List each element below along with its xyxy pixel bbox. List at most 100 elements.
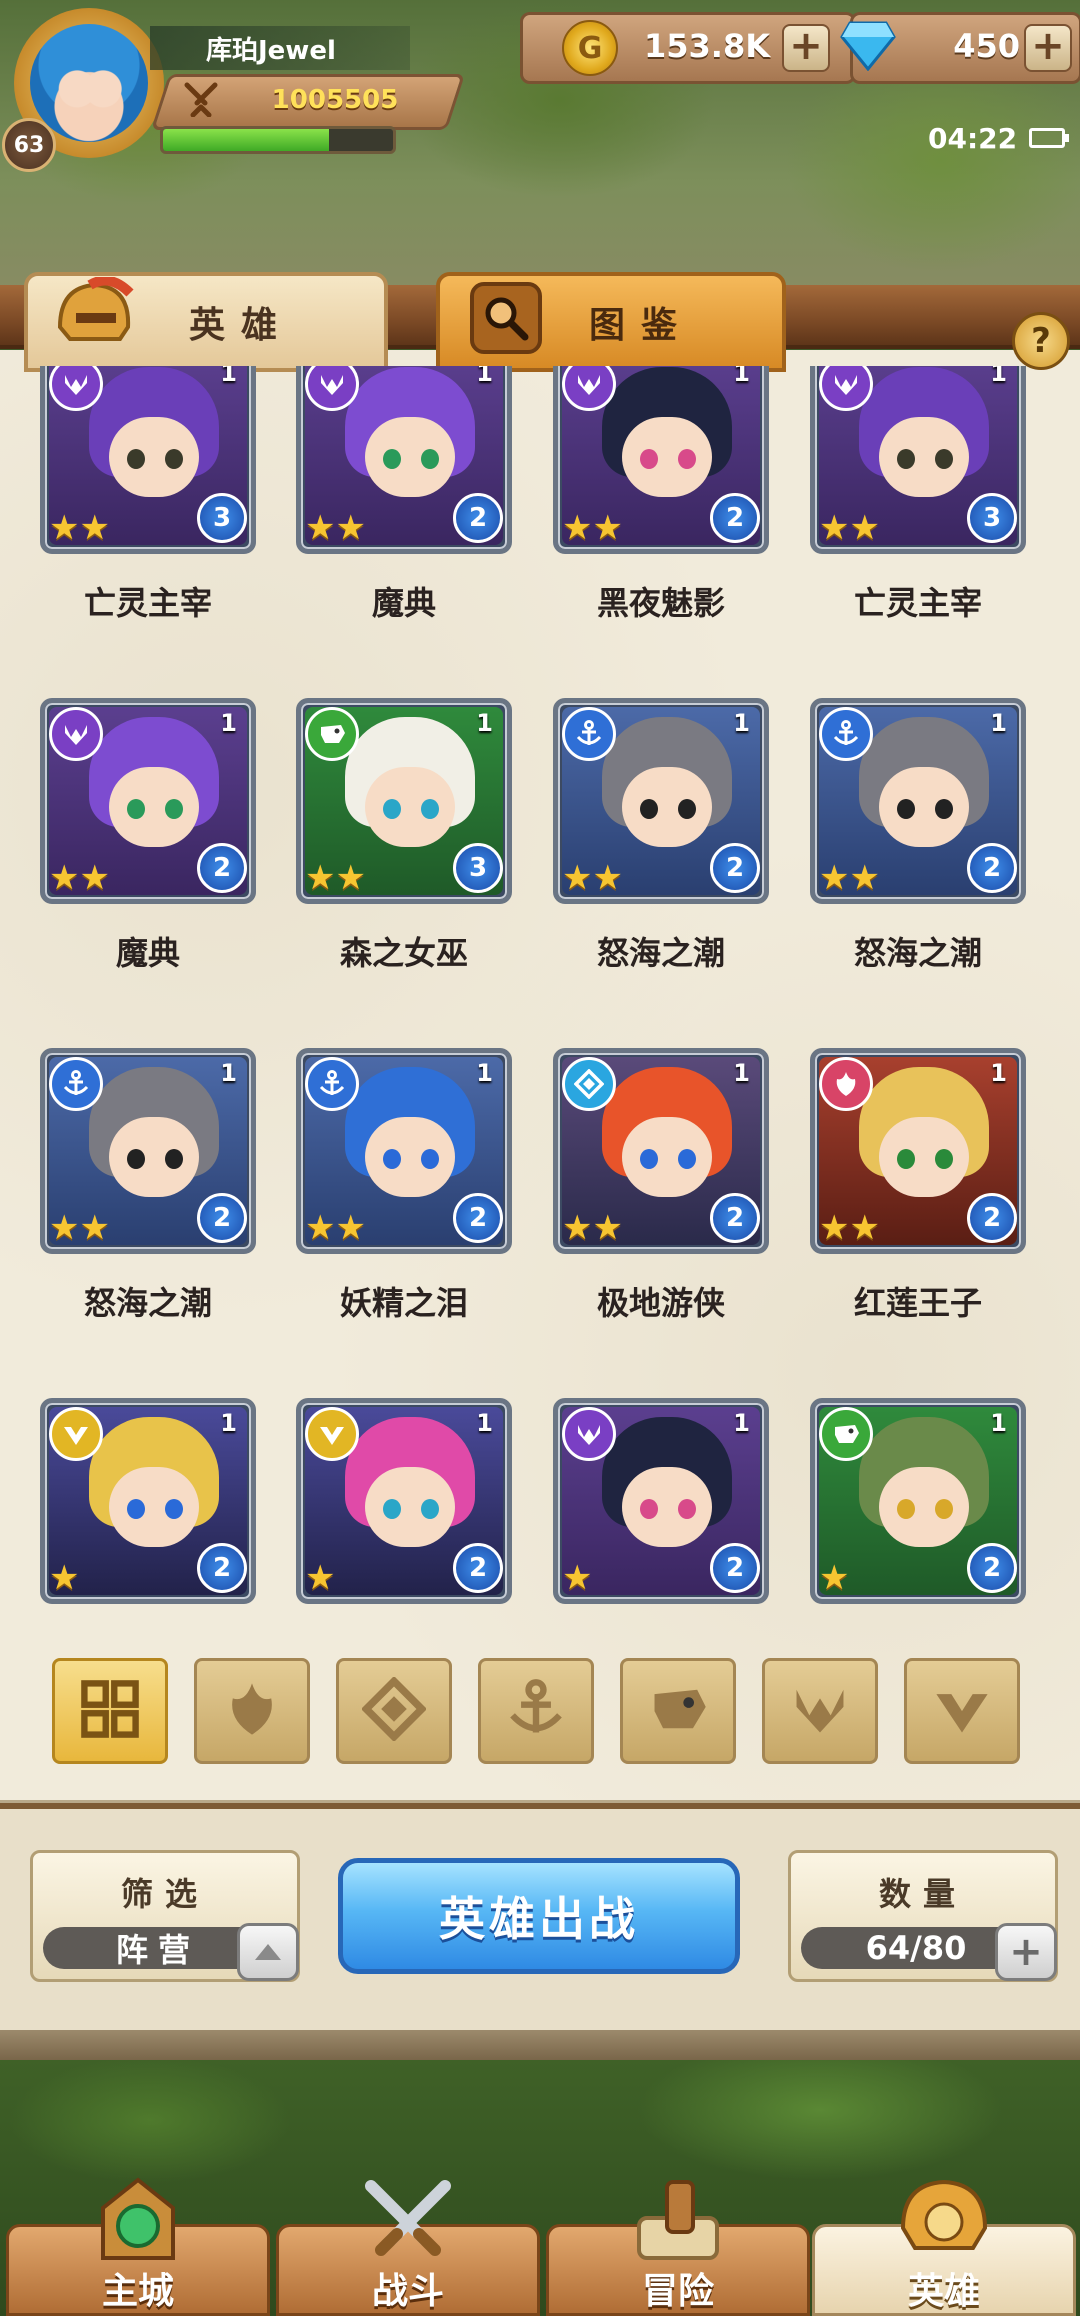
star-icon: ★	[79, 508, 110, 548]
portrait-eye	[935, 1149, 953, 1169]
star-icon: ★	[49, 1558, 80, 1598]
portrait-eye	[640, 1149, 658, 1169]
time-text: 04:22	[928, 121, 1018, 155]
hero-card[interactable]: 1 ★ ★ 2	[810, 1048, 1026, 1254]
hero-card[interactable]: 1 ★ ★ 2	[810, 698, 1026, 904]
star-icon: ★	[79, 1208, 110, 1248]
hero-level: 1	[990, 366, 1007, 387]
star-icon: ★	[819, 1558, 850, 1598]
tab-heroes-label: 英雄	[188, 305, 293, 346]
filter-all-button[interactable]	[52, 1658, 168, 1764]
filter-light-button[interactable]	[904, 1658, 1020, 1764]
flame-icon	[220, 1677, 284, 1745]
hero-name: 亡灵主宰	[853, 584, 982, 622]
beast-faction-icon	[305, 707, 359, 761]
count-title: 数量	[878, 1875, 967, 1913]
portrait-eye	[421, 799, 439, 819]
hero-card[interactable]: 1 ★ ★ 2	[553, 366, 769, 554]
filter-flame-button[interactable]	[194, 1658, 310, 1764]
nav-label: 主城	[101, 2271, 174, 2312]
light-icon	[930, 1677, 994, 1745]
demon-faction-icon	[562, 1407, 616, 1461]
card-frame: 1 ★ ★ 2	[810, 698, 1026, 904]
faction-filter-row	[52, 1658, 1032, 1764]
star-icon: ★	[335, 508, 366, 548]
hero-card[interactable]: 1 ★ ★ 2	[553, 698, 769, 904]
hero-card[interactable]: 1 ★ ★ 2	[40, 1048, 256, 1254]
portrait-face	[109, 417, 199, 497]
portrait-eye	[383, 1149, 401, 1169]
beast-icon	[646, 1677, 710, 1745]
filter-diamond-button[interactable]	[336, 1658, 452, 1764]
hero-card[interactable]: 1 ★ 2	[810, 1398, 1026, 1604]
hero-card[interactable]: 1 ★ ★ 3	[296, 698, 512, 904]
gold-coin-icon: G	[562, 20, 618, 76]
hero-card[interactable]: 1 ★ 2	[553, 1398, 769, 1604]
hero-name: 魔典	[371, 584, 436, 622]
diamond-faction-icon	[562, 1057, 616, 1111]
hero-grade: 2	[710, 493, 760, 543]
gem-amount: 450	[953, 27, 1020, 65]
star-rating: ★ ★	[819, 1211, 880, 1245]
hero-card[interactable]: 1 ★ ★ 2	[296, 366, 512, 554]
hero-card[interactable]: 1 ★ 2	[40, 1398, 256, 1604]
star-icon: ★	[849, 508, 880, 548]
hero-level: 1	[733, 709, 750, 737]
hero-grade: 2	[967, 1193, 1017, 1243]
light-faction-icon	[49, 1407, 103, 1461]
portrait-eye	[421, 1499, 439, 1519]
star-rating: ★ ★	[562, 511, 623, 545]
hero-card[interactable]: 1 ★ ★ 3	[810, 366, 1026, 554]
filter-demon-button[interactable]	[762, 1658, 878, 1764]
hero-grade: 2	[710, 1193, 760, 1243]
deploy-heroes-button[interactable]: 英雄出战	[338, 1858, 740, 1974]
hero-level: 1	[733, 1059, 750, 1087]
anchor-faction-icon	[562, 707, 616, 761]
help-button[interactable]: ?	[1012, 312, 1070, 370]
portrait-face	[365, 1467, 455, 1547]
hero-card[interactable]: 1 ★ ★ 3	[40, 366, 256, 554]
star-icon: ★	[849, 1208, 880, 1248]
portrait-face	[879, 1467, 969, 1547]
portrait-eye	[421, 449, 439, 469]
star-icon: ★	[49, 508, 80, 548]
portrait-eye	[127, 1499, 145, 1519]
hero-card[interactable]: 1 ★ ★ 2	[553, 1048, 769, 1254]
hero-name: 亡灵主宰	[83, 584, 212, 622]
card-frame: 1 ★ ★ 2	[553, 698, 769, 904]
count-box: 数量 64/80 +	[788, 1850, 1058, 1982]
portrait-eye	[127, 449, 145, 469]
star-rating: ★ ★	[49, 861, 110, 895]
anchor-icon	[504, 1677, 568, 1745]
add-gold-button[interactable]: +	[782, 24, 830, 72]
hero-card[interactable]: 1 ★ 2	[296, 1398, 512, 1604]
star-icon: ★	[849, 858, 880, 898]
filter-anchor-button[interactable]	[478, 1658, 594, 1764]
nav-label: 冒险	[641, 2271, 714, 2312]
anchor-faction-icon	[49, 1057, 103, 1111]
star-icon: ★	[562, 858, 593, 898]
player-level-badge: 63	[2, 118, 56, 172]
hero-card[interactable]: 1 ★ ★ 2	[296, 1048, 512, 1254]
filter-beast-button[interactable]	[620, 1658, 736, 1764]
portrait-eye	[640, 449, 658, 469]
expand-capacity-button[interactable]: +	[995, 1923, 1057, 1981]
add-gems-button[interactable]: +	[1024, 24, 1072, 72]
portrait-face	[879, 1117, 969, 1197]
hero-name: 黑夜魅影	[596, 584, 725, 622]
portrait-eye	[897, 1499, 915, 1519]
card-frame: 1 ★ ★ 3	[296, 698, 512, 904]
exp-bar	[160, 126, 396, 154]
star-rating: ★ ★	[305, 1211, 366, 1245]
hero-grade: 3	[453, 843, 503, 893]
filter-toggle-button[interactable]	[237, 1923, 299, 1981]
card-frame: 1 ★ 2	[296, 1398, 512, 1604]
star-rating: ★ ★	[819, 511, 880, 545]
hero-level: 1	[733, 366, 750, 387]
hero-card[interactable]: 1 ★ ★ 2	[40, 698, 256, 904]
anchor-faction-icon	[305, 1057, 359, 1111]
portrait-face	[622, 417, 712, 497]
portrait-face	[365, 767, 455, 847]
hero-name: 红莲王子	[853, 1284, 982, 1322]
portrait-eye	[127, 1149, 145, 1169]
